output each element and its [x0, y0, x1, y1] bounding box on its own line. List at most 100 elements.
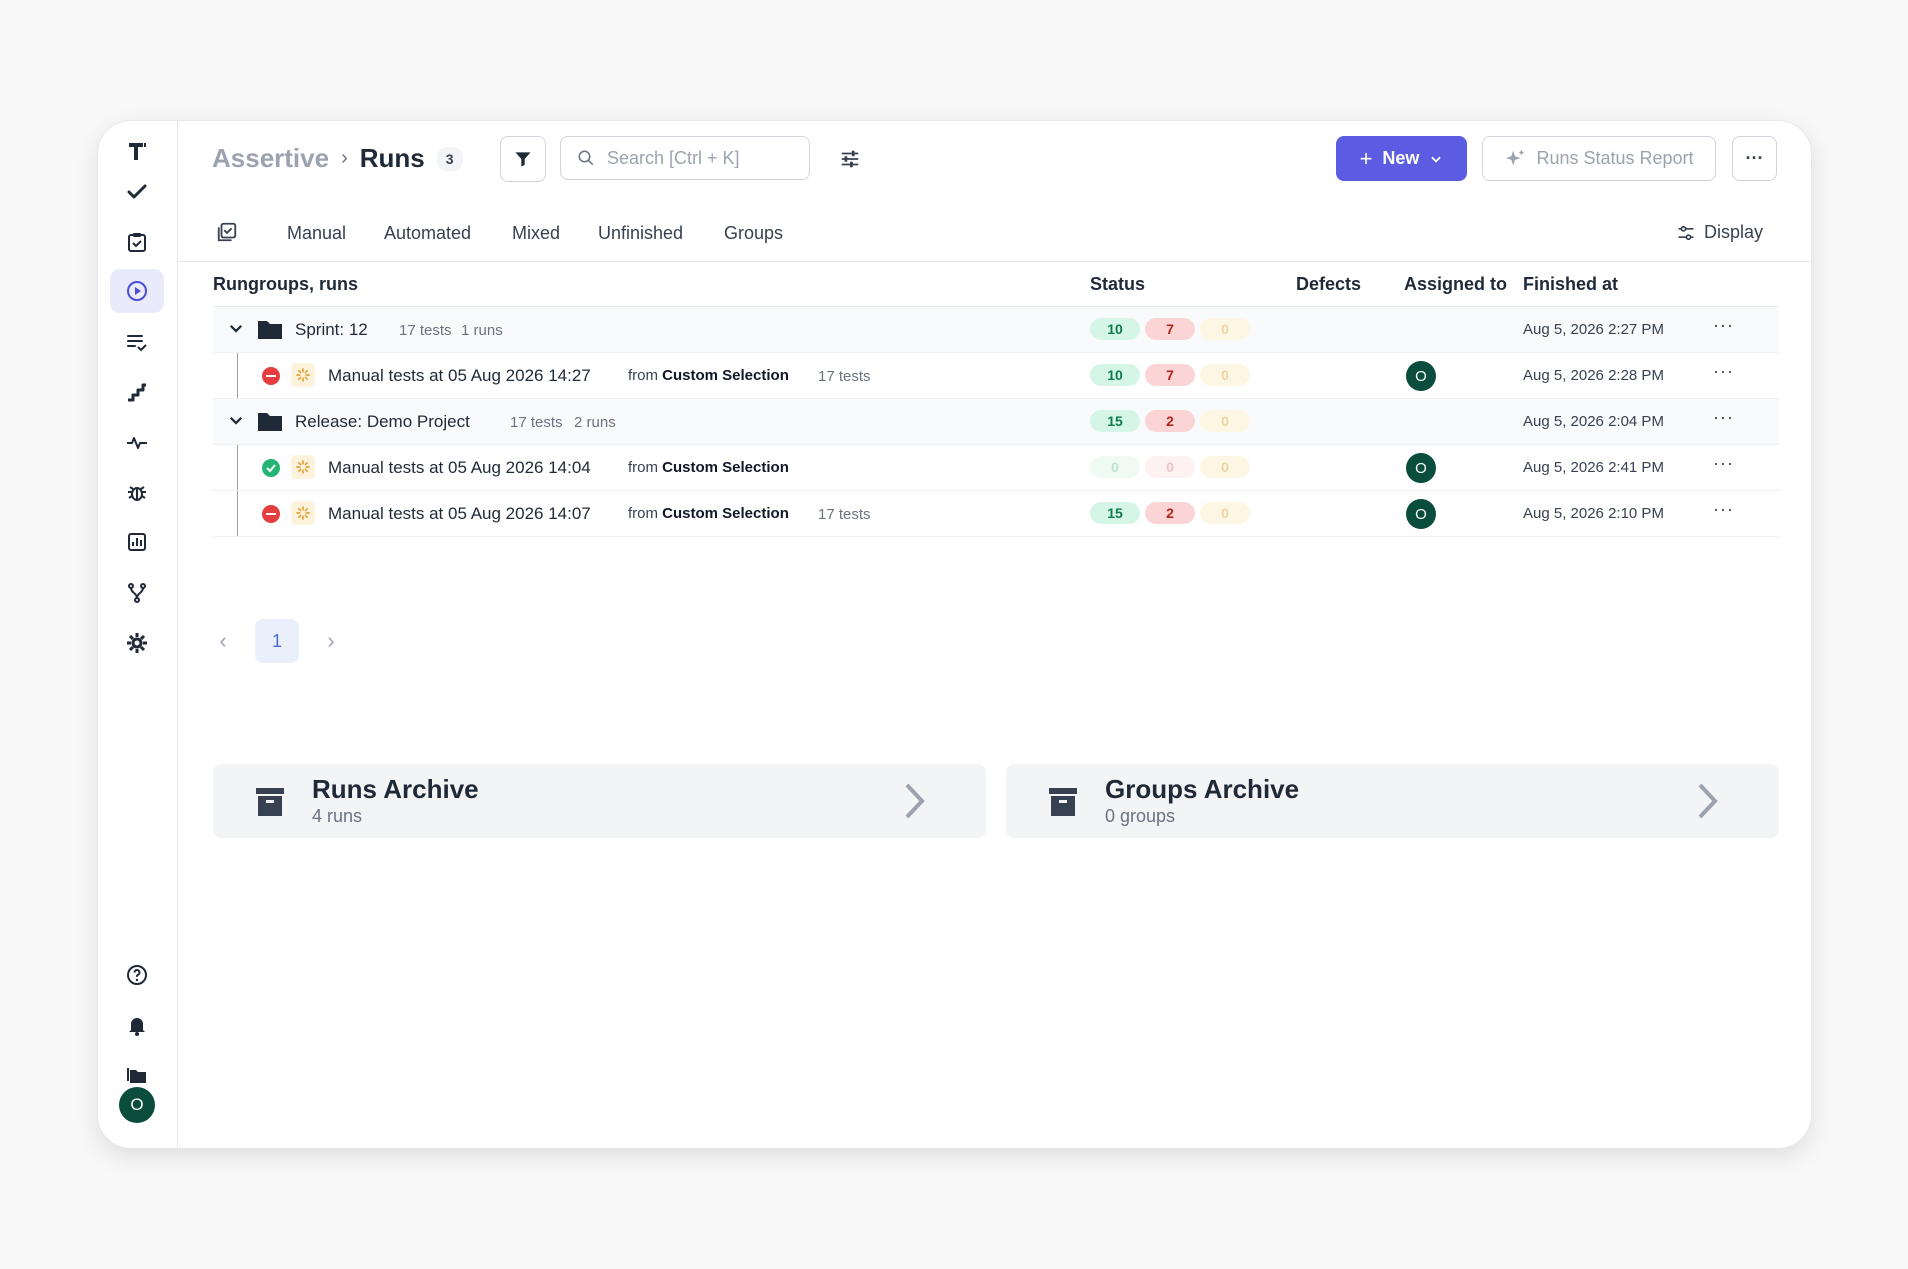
plus-icon: + [1359, 145, 1373, 171]
run-tests-count: 17 tests [818, 506, 871, 523]
run-title[interactable]: Manual tests at 05 Aug 2026 14:27 [328, 366, 591, 386]
tab-mixed[interactable]: Mixed [512, 223, 560, 244]
group-tests-count: 17 tests [510, 414, 563, 431]
table-row-group[interactable]: Release: Demo Project 17 tests 2 runs 15… [213, 399, 1779, 445]
pulse-icon[interactable] [110, 420, 164, 464]
list-check-icon[interactable] [110, 320, 164, 364]
skipped-count-badge: 0 [1200, 410, 1250, 432]
chart-icon[interactable] [110, 520, 164, 564]
next-page-button[interactable]: › [321, 628, 341, 654]
column-header-assigned: Assigned to [1404, 274, 1508, 294]
stairs-icon[interactable] [110, 370, 164, 414]
run-tests-count: 17 tests [818, 368, 871, 385]
run-source: from Custom Selection [628, 367, 789, 384]
sliders-icon [841, 150, 859, 168]
manual-run-icon [291, 363, 315, 387]
run-source-prefix: from [628, 367, 658, 384]
tab-manual[interactable]: Manual [287, 223, 346, 244]
play-circle-icon[interactable] [110, 269, 164, 313]
branch-icon[interactable] [110, 571, 164, 615]
assignee-avatar[interactable]: O [1406, 361, 1436, 391]
tab-groups[interactable]: Groups [724, 223, 783, 244]
tab-unfinished[interactable]: Unfinished [598, 223, 683, 244]
row-more-button[interactable]: ··· [1713, 315, 1734, 336]
run-source: from Custom Selection [628, 505, 789, 522]
runs-table: Rungroups, runs Status Defects Assigned … [213, 261, 1779, 537]
passed-status-icon [262, 459, 280, 477]
more-button[interactable]: ··· [1732, 136, 1777, 181]
runs-count-badge: 3 [436, 146, 463, 171]
bell-icon[interactable] [110, 1003, 164, 1047]
chevron-down-icon[interactable] [227, 411, 245, 429]
sidebar: O [98, 121, 178, 1148]
passed-count-badge: 15 [1090, 410, 1140, 432]
search-box[interactable] [560, 136, 810, 180]
multi-select-icon[interactable] [216, 221, 238, 248]
column-header-status: Status [1090, 274, 1146, 294]
assignee-avatar[interactable]: O [1406, 499, 1436, 529]
header: Assertive › Runs 3 + New Run [178, 121, 1811, 193]
run-title[interactable]: Manual tests at 05 Aug 2026 14:07 [328, 504, 591, 524]
tab-bar: Manual Automated Mixed Unfinished Groups… [178, 209, 1811, 262]
assignee-avatar[interactable]: O [1406, 453, 1436, 483]
row-more-button[interactable]: ··· [1713, 453, 1734, 474]
filter-button[interactable] [500, 136, 546, 182]
clipboard-check-icon[interactable] [110, 220, 164, 264]
tree-line [237, 491, 238, 536]
prev-page-button[interactable]: ‹ [213, 628, 233, 654]
chevron-right-icon [1698, 783, 1718, 819]
table-row-run[interactable]: Manual tests at 05 Aug 2026 14:27 from C… [213, 353, 1779, 399]
gear-icon[interactable] [110, 621, 164, 665]
row-more-button[interactable]: ··· [1713, 407, 1734, 428]
run-source-name: Custom Selection [662, 367, 789, 384]
table-row-group[interactable]: Sprint: 12 17 tests 1 runs 10 7 0 Aug 5,… [213, 307, 1779, 353]
archive-subtitle: 4 runs [312, 806, 363, 826]
user-avatar[interactable]: O [119, 1087, 155, 1123]
logo-icon[interactable] [110, 129, 164, 173]
passed-count-badge: 10 [1090, 364, 1140, 386]
failed-count-badge: 7 [1145, 364, 1195, 386]
runs-status-report-button[interactable]: Runs Status Report [1482, 136, 1716, 181]
filter-settings-button[interactable] [834, 143, 866, 175]
archive-box-icon [256, 788, 284, 816]
app-window: O Assertive › Runs 3 + New [97, 120, 1812, 1149]
runs-archive-card[interactable]: Runs Archive 4 runs [213, 764, 986, 838]
table-header: Rungroups, runs Status Defects Assigned … [213, 261, 1779, 307]
sparkle-icon [1506, 149, 1525, 165]
group-name[interactable]: Release: Demo Project [295, 412, 470, 432]
tree-line [237, 445, 238, 490]
new-button[interactable]: + New [1336, 136, 1467, 181]
run-source: from Custom Selection [628, 459, 789, 476]
run-source-prefix: from [628, 459, 658, 476]
table-row-run[interactable]: Manual tests at 05 Aug 2026 14:07 from C… [213, 491, 1779, 537]
finished-at: Aug 5, 2026 2:27 PM [1523, 321, 1664, 338]
page-title: Runs [359, 143, 425, 173]
failed-status-icon [262, 367, 280, 385]
run-title[interactable]: Manual tests at 05 Aug 2026 14:04 [328, 458, 591, 478]
page-number-button[interactable]: 1 [255, 619, 299, 663]
check-icon[interactable] [110, 170, 164, 214]
folder-icon [258, 413, 282, 431]
skipped-count-badge: 0 [1200, 364, 1250, 386]
passed-count-badge: 0 [1090, 456, 1140, 478]
breadcrumb-project[interactable]: Assertive [212, 143, 329, 174]
folder-icon [258, 321, 282, 339]
display-button-label: Display [1703, 222, 1763, 242]
help-icon[interactable] [110, 953, 164, 997]
tab-automated[interactable]: Automated [384, 223, 471, 244]
search-input[interactable] [605, 146, 789, 170]
failed-count-badge: 2 [1145, 410, 1195, 432]
row-more-button[interactable]: ··· [1713, 361, 1734, 382]
bug-icon[interactable] [110, 470, 164, 514]
display-button[interactable]: Display [1676, 222, 1763, 243]
column-header-defects: Defects [1296, 274, 1362, 294]
group-tests-count: 17 tests [399, 322, 452, 339]
failed-count-badge: 0 [1145, 456, 1195, 478]
skipped-count-badge: 0 [1200, 318, 1250, 340]
table-row-run[interactable]: Manual tests at 05 Aug 2026 14:04 from C… [213, 445, 1779, 491]
chevron-down-icon[interactable] [227, 319, 245, 337]
archive-title: Groups Archive [1105, 774, 1300, 804]
groups-archive-card[interactable]: Groups Archive 0 groups [1006, 764, 1779, 838]
row-more-button[interactable]: ··· [1713, 499, 1734, 520]
group-name[interactable]: Sprint: 12 [295, 320, 368, 340]
